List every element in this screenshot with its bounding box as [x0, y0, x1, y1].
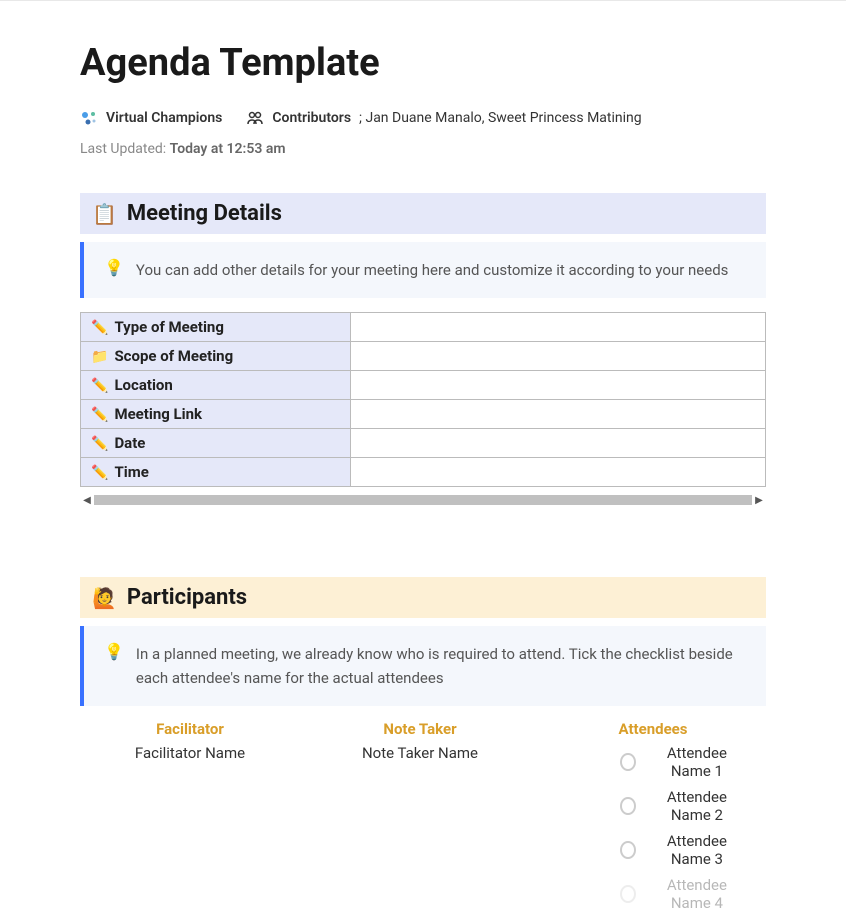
meeting-details-table: ✏️Type of Meeting 📁Scope of Meeting ✏️Lo…: [80, 312, 766, 487]
metadata-row: Virtual Champions Contributors ; Jan Dua…: [80, 109, 766, 127]
attendee-checkbox[interactable]: [620, 753, 636, 771]
meeting-link-value[interactable]: [351, 400, 766, 429]
notepad-icon: 📋: [92, 202, 117, 226]
participants-grid: Facilitator Facilitator Name Note Taker …: [80, 720, 766, 912]
meeting-details-callout-text[interactable]: You can add other details for your meeti…: [136, 258, 729, 282]
meeting-details-title: Meeting Details: [127, 201, 282, 226]
last-updated-value: Today at 12:53 am: [170, 141, 286, 157]
note-taker-header: Note Taker: [280, 720, 560, 738]
attendee-name[interactable]: Attendee Name 3: [648, 832, 746, 868]
attendee-row: Attendee Name 2: [620, 788, 746, 824]
page-title: Agenda Template: [80, 41, 766, 85]
table-row: ✏️Time: [81, 458, 766, 487]
contributors-tag[interactable]: Contributors ; Jan Duane Manalo, Sweet P…: [246, 109, 641, 127]
meeting-link-label[interactable]: ✏️Meeting Link: [81, 400, 351, 429]
date-label[interactable]: ✏️Date: [81, 429, 351, 458]
table-row: ✏️Location: [81, 371, 766, 400]
scroll-right-arrow[interactable]: ▶: [752, 493, 766, 507]
attendee-row: Attendee Name 3: [620, 832, 746, 868]
pencil-icon: ✏️: [91, 436, 108, 452]
raising-hand-icon: 🙋: [92, 586, 117, 610]
attendee-row: Attendee Name 1: [620, 744, 746, 780]
table-row: ✏️Date: [81, 429, 766, 458]
type-of-meeting-value[interactable]: [351, 313, 766, 342]
workspace-icon: [80, 109, 98, 127]
lightbulb-icon: 💡: [104, 642, 124, 661]
folder-icon: 📁: [91, 349, 108, 365]
scope-of-meeting-value[interactable]: [351, 342, 766, 371]
last-updated: Last Updated: Today at 12:53 am: [80, 141, 766, 157]
table-row: ✏️Type of Meeting: [81, 313, 766, 342]
scope-of-meeting-label[interactable]: 📁Scope of Meeting: [81, 342, 351, 371]
facilitator-header: Facilitator: [100, 720, 280, 738]
attendee-checkbox[interactable]: [620, 885, 636, 903]
contributors-label: Contributors: [272, 110, 351, 126]
participants-title: Participants: [127, 585, 247, 610]
pencil-icon: ✏️: [91, 465, 108, 481]
participants-callout: 💡 In a planned meeting, we already know …: [80, 626, 766, 706]
note-taker-column: Note Taker Note Taker Name: [280, 720, 560, 912]
attendee-name[interactable]: Attendee Name 1: [648, 744, 746, 780]
meeting-details-header: 📋 Meeting Details: [80, 193, 766, 234]
scroll-thumb[interactable]: [94, 495, 752, 505]
attendees-list: Attendee Name 1 Attendee Name 2 Attendee…: [560, 744, 746, 912]
attendees-column: Attendees Attendee Name 1 Attendee Name …: [560, 720, 746, 912]
location-label[interactable]: ✏️Location: [81, 371, 351, 400]
attendee-name[interactable]: Attendee Name 4: [648, 876, 746, 912]
time-label[interactable]: ✏️Time: [81, 458, 351, 487]
participants-header: 🙋 Participants: [80, 577, 766, 618]
horizontal-scrollbar[interactable]: ◀ ▶: [80, 493, 766, 507]
contributors-value: ; Jan Duane Manalo, Sweet Princess Matin…: [359, 110, 642, 126]
meeting-details-callout: 💡 You can add other details for your mee…: [80, 242, 766, 298]
time-value[interactable]: [351, 458, 766, 487]
table-row: 📁Scope of Meeting: [81, 342, 766, 371]
date-value[interactable]: [351, 429, 766, 458]
note-taker-name[interactable]: Note Taker Name: [280, 744, 560, 762]
type-of-meeting-label[interactable]: ✏️Type of Meeting: [81, 313, 351, 342]
workspace-tag[interactable]: Virtual Champions: [80, 109, 222, 127]
table-row: ✏️Meeting Link: [81, 400, 766, 429]
location-value[interactable]: [351, 371, 766, 400]
lightbulb-icon: 💡: [104, 258, 124, 277]
pencil-icon: ✏️: [91, 378, 108, 394]
facilitator-name[interactable]: Facilitator Name: [100, 744, 280, 762]
scroll-left-arrow[interactable]: ◀: [80, 493, 94, 507]
attendee-name[interactable]: Attendee Name 2: [648, 788, 746, 824]
attendee-checkbox[interactable]: [620, 841, 636, 859]
workspace-name: Virtual Champions: [106, 110, 222, 126]
facilitator-column: Facilitator Facilitator Name: [100, 720, 280, 912]
pencil-icon: ✏️: [91, 407, 108, 423]
attendee-row: Attendee Name 4: [620, 876, 746, 912]
participants-callout-text[interactable]: In a planned meeting, we already know wh…: [136, 642, 746, 690]
people-icon: [246, 109, 264, 127]
attendee-checkbox[interactable]: [620, 797, 636, 815]
pencil-icon: ✏️: [91, 320, 108, 336]
attendees-header: Attendees: [560, 720, 746, 738]
last-updated-label: Last Updated:: [80, 141, 170, 157]
